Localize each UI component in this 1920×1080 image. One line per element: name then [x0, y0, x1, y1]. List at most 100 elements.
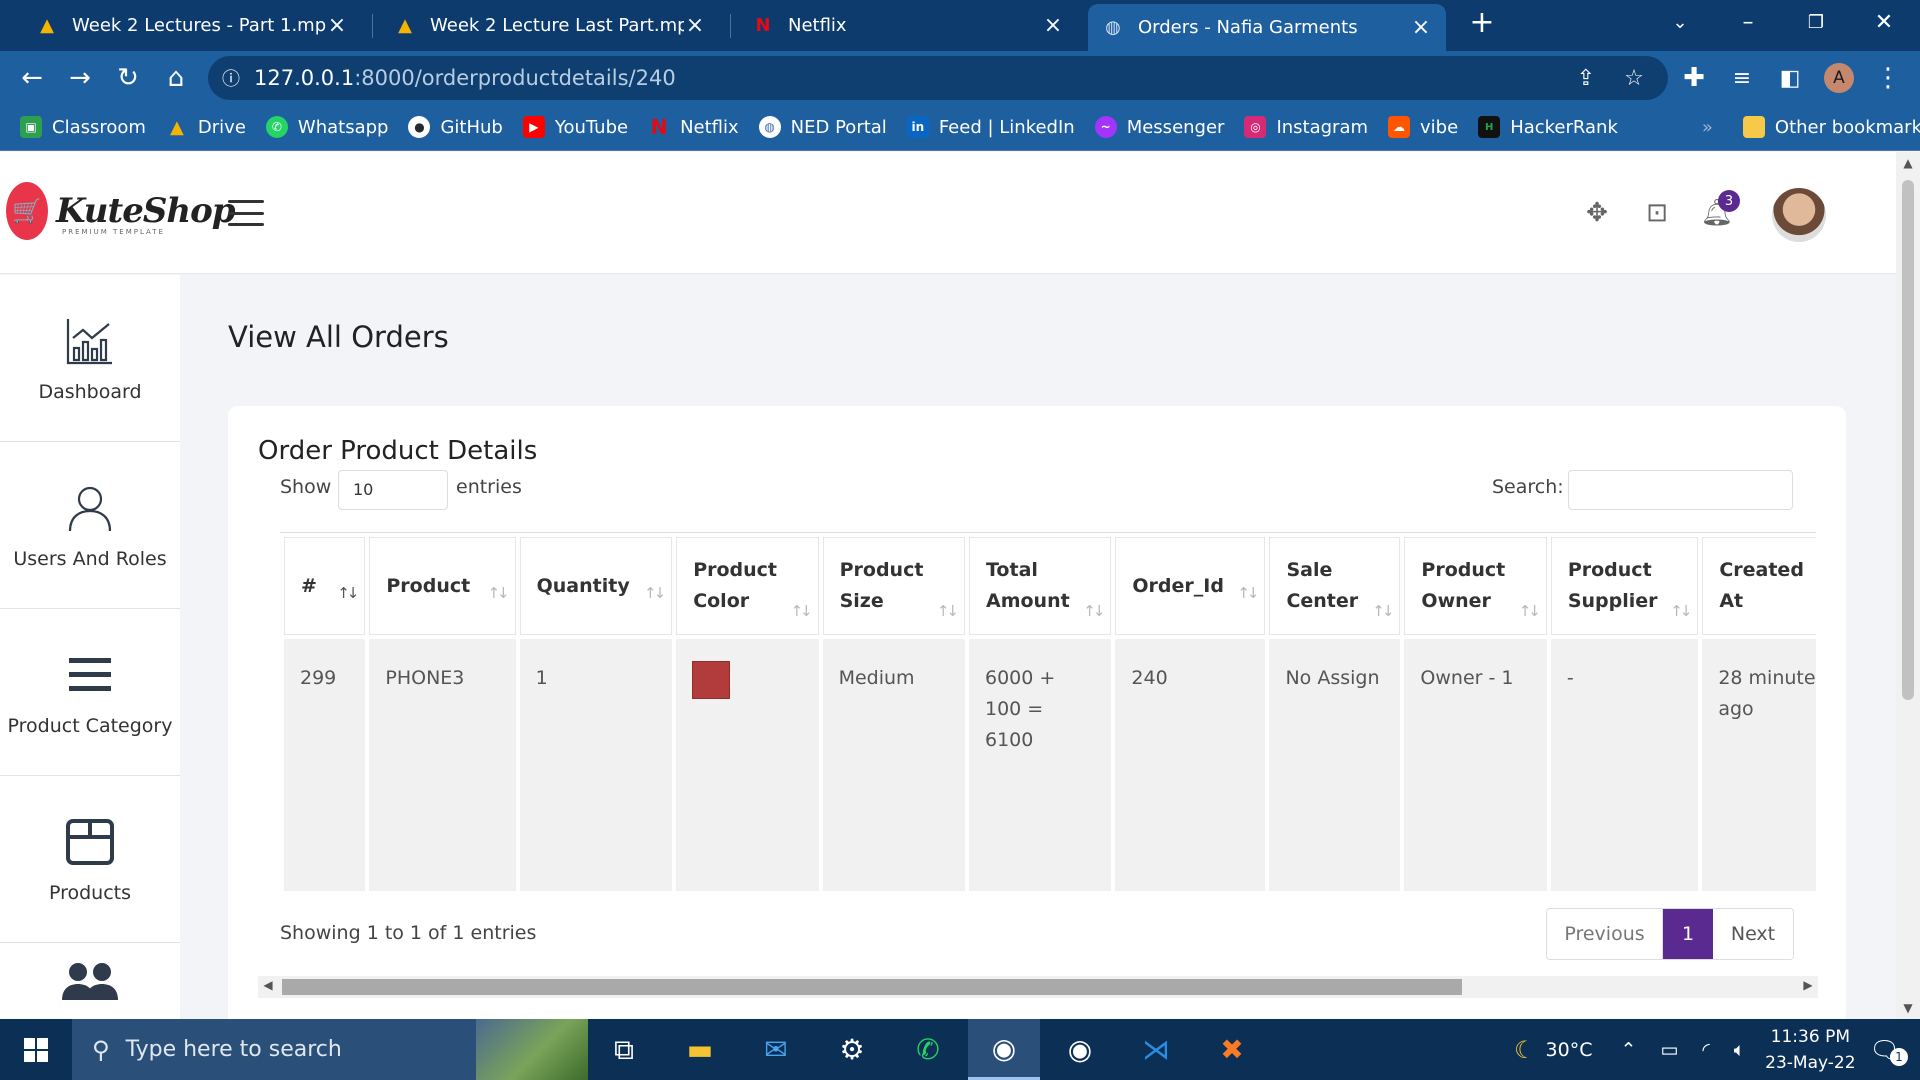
taskbar-search-box[interactable]: ⚲ Type here to search — [72, 1019, 588, 1080]
bookmark-hackerrank[interactable]: H HackerRank — [1478, 116, 1618, 138]
scroll-up-icon[interactable]: ▲ — [1896, 156, 1920, 170]
github-icon: ● — [408, 116, 431, 138]
notification-center-icon[interactable]: 🗨︎ 1 — [1870, 1036, 1908, 1066]
browser-tab[interactable]: N Netflix × — [738, 0, 1078, 51]
back-icon[interactable]: ← — [14, 60, 50, 96]
column-header-product-size[interactable]: Product Size ↑↓ — [822, 537, 965, 635]
wifi-icon[interactable]: ◜ — [1702, 1039, 1709, 1061]
sidebar-item-products[interactable]: Products — [0, 776, 180, 943]
file-explorer-icon[interactable]: ▬ — [664, 1019, 736, 1080]
user-avatar[interactable] — [1772, 188, 1826, 242]
profile-card-icon[interactable]: ⊡ — [1640, 196, 1674, 230]
bookmark-linkedin[interactable]: in Feed | LinkedIn — [906, 116, 1075, 138]
address-bar[interactable]: ⓘ 127.0.0.1:8000/orderproductdetails/240… — [208, 56, 1668, 100]
column-header-quantity[interactable]: Quantity ↑↓ — [519, 537, 673, 635]
weather-temperature[interactable]: 30°C — [1546, 1039, 1593, 1061]
menu-kebab-icon[interactable]: ⋮ — [1870, 60, 1906, 96]
other-bookmarks[interactable]: Other bookmarks — [1742, 116, 1920, 138]
mail-icon[interactable]: ✉ — [740, 1019, 812, 1080]
horizontal-scrollbar[interactable]: ◀ ▶ — [258, 976, 1818, 998]
close-icon[interactable]: × — [326, 13, 348, 38]
bookmark-messenger[interactable]: ~ Messenger — [1094, 116, 1224, 138]
side-panel-icon[interactable]: ◧ — [1772, 60, 1808, 96]
volume-icon[interactable]: 🔈︎ — [1734, 1039, 1745, 1061]
column-header-product-owner[interactable]: Product Owner ↑↓ — [1404, 537, 1547, 635]
column-header-id[interactable]: # ↑↓ — [284, 537, 366, 635]
bookmark-ned-portal[interactable]: ◍ NED Portal — [758, 116, 887, 138]
home-icon[interactable]: ⌂ — [158, 60, 194, 96]
instagram-icon: ◎ — [1244, 116, 1267, 138]
clock[interactable]: 11:36 PM 23-May-22 — [1765, 1024, 1855, 1076]
minimize-icon[interactable]: – — [1718, 0, 1778, 44]
close-window-icon[interactable]: ✕ — [1854, 0, 1914, 44]
scroll-left-icon[interactable]: ◀ — [258, 978, 278, 992]
close-icon[interactable]: × — [1042, 13, 1064, 38]
task-view-icon[interactable]: ⧉ — [588, 1019, 660, 1080]
windows-start-button[interactable] — [0, 1019, 72, 1080]
bookmark-youtube[interactable]: ▶ YouTube — [522, 116, 628, 138]
search-input[interactable] — [1568, 470, 1793, 510]
share-icon[interactable]: ⇪ — [1568, 60, 1604, 96]
chevron-up-icon[interactable]: ⌃ — [1621, 1039, 1637, 1061]
browser-tab[interactable]: ▲ Week 2 Lectures - Part 1.mp4 - G × — [22, 0, 362, 51]
whatsapp-icon[interactable]: ✆ — [892, 1019, 964, 1080]
next-page-button[interactable]: Next — [1713, 909, 1793, 959]
vscode-icon[interactable]: ⋊ — [1120, 1019, 1192, 1080]
column-header-product-supplier[interactable]: Product Supplier ↑↓ — [1550, 537, 1699, 635]
column-header-sale-center[interactable]: Sale Center ↑↓ — [1269, 537, 1401, 635]
tab-search-icon[interactable]: ⌄ — [1650, 0, 1710, 44]
sidebar-item-product-category[interactable]: Product Category — [0, 609, 180, 776]
site-info-icon[interactable]: ⓘ — [222, 65, 240, 91]
bookmark-classroom[interactable]: ▣ Classroom — [20, 116, 146, 138]
battery-icon[interactable]: ▭ — [1660, 1039, 1678, 1061]
bookmark-vibe[interactable]: ☁ vibe — [1388, 116, 1458, 138]
new-tab-button[interactable]: + — [1452, 0, 1512, 44]
fullscreen-icon[interactable]: ✥ — [1580, 196, 1614, 230]
scrollbar-thumb[interactable] — [282, 979, 1462, 995]
classroom-icon: ▣ — [20, 116, 42, 138]
browser-tab[interactable]: ▲ Week 2 Lecture Last Part.mp4 - G × — [380, 0, 720, 51]
forward-icon[interactable]: → — [62, 60, 98, 96]
more-bookmarks-button[interactable]: » — [1702, 117, 1713, 138]
xampp-icon[interactable]: ✖ — [1196, 1019, 1268, 1080]
page-vertical-scrollbar[interactable]: ▲ ▼ — [1896, 152, 1920, 1019]
column-header-total-amount[interactable]: Total Amount ↑↓ — [969, 537, 1112, 635]
page-1-button[interactable]: 1 — [1663, 909, 1713, 959]
cell-created-at: 28 minutes ago — [1702, 639, 1816, 891]
settings-gear-icon[interactable]: ⚙ — [816, 1019, 888, 1080]
hackerrank-icon: H — [1478, 116, 1501, 138]
scroll-right-icon[interactable]: ▶ — [1798, 978, 1818, 992]
column-header-product-color[interactable]: Product Color ↑↓ — [676, 537, 819, 635]
bookmark-drive[interactable]: ▲ Drive — [166, 116, 246, 138]
scroll-down-icon[interactable]: ▼ — [1896, 1001, 1920, 1015]
logo[interactable]: 🛒 KuteShop PREMIUM TEMPLATE — [6, 182, 236, 240]
bookmark-github[interactable]: ● GitHub — [408, 116, 503, 138]
bookmark-netflix[interactable]: N Netflix — [648, 115, 739, 139]
extensions-icon[interactable]: ✚ — [1676, 60, 1712, 96]
browser-tab-active[interactable]: ◍ Orders - Nafia Garments × — [1088, 4, 1446, 51]
sidebar-item-dashboard[interactable]: Dashboard — [0, 275, 180, 442]
close-icon[interactable]: × — [684, 13, 706, 38]
column-header-product[interactable]: Product ↑↓ — [369, 537, 516, 635]
hamburger-menu-icon[interactable] — [228, 200, 264, 226]
reload-icon[interactable]: ↻ — [110, 60, 146, 96]
sidebar-item-label: Products — [48, 882, 132, 904]
column-header-created-at[interactable]: CreatedAt↑↓ — [1702, 537, 1816, 635]
scrollbar-thumb[interactable] — [1902, 180, 1914, 700]
bookmark-label: HackerRank — [1510, 116, 1618, 138]
chrome-profile-icon[interactable]: ◉ — [1044, 1019, 1116, 1080]
restore-icon[interactable]: ❐ — [1786, 0, 1846, 44]
entries-per-page-select[interactable]: 10 — [338, 470, 448, 510]
bookmark-whatsapp[interactable]: ✆ Whatsapp — [265, 116, 388, 138]
column-header-order-id[interactable]: Order_Id ↑↓ — [1115, 537, 1266, 635]
sidebar-item-users-group[interactable] — [0, 943, 180, 1019]
sort-icon: ↑↓ — [644, 584, 666, 602]
close-icon[interactable]: × — [1410, 15, 1432, 40]
star-icon[interactable]: ☆ — [1616, 60, 1652, 96]
previous-page-button[interactable]: Previous — [1547, 909, 1663, 959]
profile-avatar[interactable]: A — [1824, 63, 1854, 93]
sidebar-item-users-and-roles[interactable]: Users And Roles — [0, 442, 180, 609]
chrome-icon[interactable]: ◉ — [968, 1019, 1040, 1080]
bookmark-instagram[interactable]: ◎ Instagram — [1244, 116, 1368, 138]
reading-list-icon[interactable]: ≡ — [1724, 60, 1760, 96]
